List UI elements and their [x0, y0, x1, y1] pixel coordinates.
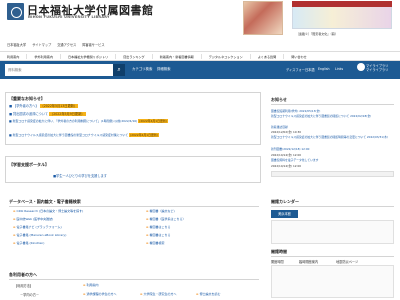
portal-title: 【学習支援ポータル】: [9, 162, 49, 167]
utility-link-sitemap[interactable]: サイトマップ: [32, 42, 51, 48]
info-title: お知らせ: [271, 97, 287, 102]
info-item-date: 2022/10/14(金) 12:00: [271, 164, 302, 168]
detail-search-link[interactable]: 詳細検索: [157, 66, 171, 71]
campus-link[interactable]: ➡ 博士論文を読む: [196, 292, 221, 296]
info-item[interactable]: 新着雑誌目録: [271, 125, 288, 129]
my-library-link[interactable]: マイライブラリ マイライブラリ: [366, 64, 388, 72]
site-title-english: NIHON FUKUSHI UNIVERSITY LIBRARY: [28, 15, 110, 19]
nav-external-usage[interactable]: 学外利用案内: [27, 53, 61, 59]
campus-link[interactable]: ➡ 利用案内: [83, 283, 99, 287]
nav-contact[interactable]: 問い合わせ: [284, 54, 313, 59]
database-side-link[interactable]: ➡ 看図書（医学系はこちら）: [146, 217, 186, 221]
library-logo-icon[interactable]: [7, 3, 24, 20]
search-button[interactable]: ⌕: [113, 64, 125, 76]
nav-new-arrivals[interactable]: 新着案内・新着図書情報: [153, 53, 202, 59]
hours-divider: [271, 256, 394, 257]
news-badge: （2022年5月9日更新）: [49, 112, 86, 116]
info-divider: [271, 104, 394, 105]
calendar-title: 開館カレンダー: [271, 199, 299, 204]
utility-link-access[interactable]: 交通アクセス: [57, 42, 76, 48]
lang-links[interactable]: Links: [335, 67, 343, 71]
database-side-link[interactable]: ➡ 看図書検索: [146, 241, 165, 245]
nav-faq[interactable]: よくある質問: [251, 53, 285, 59]
main-nav: 利用案内 学外利用案内 日本福祉大学機関リポジトリ 貸出ランキング 新着案内・新…: [0, 51, 400, 61]
info-item[interactable]: 新刊図書(2022/12/18) 12:00: [271, 147, 309, 151]
news-badge: （2022年5月13日更新）: [39, 104, 79, 108]
news-item[interactable]: ■ 新型コロナウイルス感染症の拡大に伴う図書館の新型コロナウイルス感染症対策につ…: [9, 133, 159, 137]
utility-link-disability[interactable]: 障害者サービス: [82, 42, 104, 48]
info-item-date: 2022/10/14(金) 12:00: [271, 153, 302, 157]
promo-banner-image[interactable]: [243, 1, 283, 35]
lang-english[interactable]: English: [318, 67, 330, 71]
temporary-opening-tab[interactable]: 臨時開館案内: [299, 259, 318, 264]
hours-tab[interactable]: 開館時間: [271, 259, 284, 264]
hours-title: 開館時間: [271, 249, 287, 254]
info-scrollbar[interactable]: [271, 171, 394, 177]
utility-nav: 日本福祉大学 サイトマップ 交通アクセス 障害者サービス: [7, 42, 105, 48]
database-side-link[interactable]: ➡ 看図書（論文など): [146, 209, 175, 213]
feature-banner-stripe: [292, 1, 392, 7]
user-icon[interactable]: [357, 63, 365, 71]
news-item[interactable]: ■ 【学外者の方へ】 （2022年5月13日更新）: [9, 103, 79, 108]
campus-sub-label: －学内の方－: [20, 293, 40, 297]
category-search-link[interactable]: カテゴリ検索: [132, 66, 152, 71]
info-item[interactable]: 新型コロナウイルス感染症の拡大に伴う図書館の開館について 2022/02/18(…: [271, 114, 394, 119]
utility-link-university[interactable]: 日本福祉大学: [7, 42, 26, 48]
database-link[interactable]: ➡ 電子書籍 (KinoDen): [13, 241, 44, 245]
portal-panel: [5, 156, 261, 183]
news-badge: (2022年4月1日更新): [129, 133, 159, 137]
database-side-link[interactable]: ➡ 看図書はこちら: [146, 233, 171, 237]
search-icon: ⌕: [117, 66, 121, 73]
disaster-page-tab[interactable]: 地震防災ページ: [336, 259, 358, 264]
database-divider: [9, 206, 259, 207]
database-link[interactable]: ➡ 医中誌Web (医学中央雑誌): [13, 217, 53, 221]
info-item[interactable]: 新型コロナウイルス感染症の拡大に伴う図書館の開館時間等の変更について 2022/…: [271, 135, 394, 140]
database-link[interactable]: ➡ 電子書籍 (Maruzen eBook Library): [13, 233, 66, 237]
calendar-grid: [271, 220, 394, 244]
nav-digital-collection[interactable]: デジタルネコレクション: [202, 53, 251, 59]
database-link[interactable]: ➡ CiNii Research (日本の論文・博士論文等を探す): [13, 209, 83, 213]
news-item[interactable]: ■ 貸出図書の返却について （2022年5月9日更新）: [9, 111, 86, 116]
usage-tab[interactable]: 【利用方法】: [14, 283, 33, 288]
nav-usage-guide[interactable]: 利用案内: [0, 53, 28, 59]
nav-repository[interactable]: 日本福祉大学機関リポジトリ: [61, 53, 117, 59]
campus-divider: [9, 279, 259, 280]
campus-title: 各利用者の方へ: [9, 272, 37, 277]
lang-japanese[interactable]: 日本語: [305, 67, 315, 72]
portal-link[interactable]: ■学生一人ひとりの学びを支援します: [53, 173, 107, 178]
info-item[interactable]: 図書館資料を電子データ化しています: [271, 158, 318, 162]
info-item[interactable]: 図書館短期利用(学外) 2022/05/13(金): [271, 109, 320, 113]
campus-link[interactable]: ➡ 大学院生・研究生の方へ: [140, 292, 177, 296]
campus-link[interactable]: ➡ 通学課程の学生の方へ: [83, 292, 117, 296]
database-title: データベース・国内論文・電子書籍検索: [9, 199, 81, 204]
search-input[interactable]: [5, 64, 113, 76]
my-library-label-2: マイライブラリ: [366, 68, 389, 73]
news-badge: (2022年4月1日更新): [138, 119, 168, 123]
calendar-divider: [271, 206, 394, 207]
calendar-tab-mihama[interactable]: 美浜本館: [271, 210, 298, 218]
banner-caption[interactable]: ［連載①］『障害者文化』（冊）: [296, 32, 338, 36]
lang-disfor[interactable]: ディスフォー: [286, 67, 305, 72]
hours-content: [271, 265, 394, 298]
database-link[interactable]: ➡ 電子書籍ナビ (プラッテフォーム): [13, 225, 62, 229]
info-item-date: 2022/12/02(金) 10:30: [271, 130, 302, 134]
nav-ranking[interactable]: 貸出ランキング: [116, 53, 153, 59]
news-item[interactable]: ■ 新型コロナ感染症の拡大に伴い、「学外者の方の利用制限について」(1時閉鎖) …: [9, 119, 168, 123]
news-title: 【重要なお知らせ】: [9, 96, 45, 101]
database-side-link[interactable]: ➡ 看図書はこちら: [146, 225, 171, 229]
